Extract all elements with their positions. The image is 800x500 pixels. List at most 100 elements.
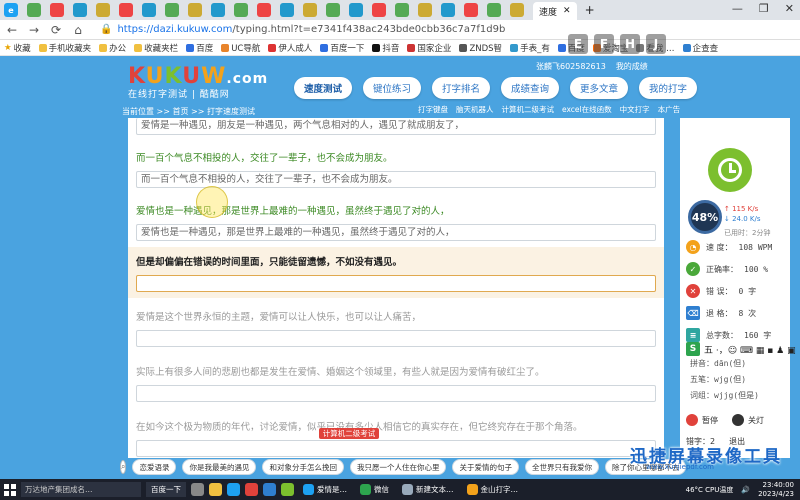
footer-link[interactable]: yon打字练习: [130, 428, 174, 439]
taskbar-app-browser[interactable]: 爱情是…: [299, 481, 351, 498]
tab-favicon[interactable]: [73, 3, 87, 17]
minimize-button[interactable]: —: [732, 2, 743, 15]
tab-favicon[interactable]: [487, 3, 501, 17]
bookmark-item[interactable]: ★ 收藏: [4, 42, 31, 54]
tab-favicon[interactable]: [372, 3, 386, 17]
taskbar-search-button[interactable]: 百度一下: [146, 482, 186, 497]
new-tab-icon[interactable]: +: [585, 3, 595, 17]
typing-input[interactable]: [136, 330, 656, 347]
bookmark-item[interactable]: 手机收藏夹: [38, 42, 91, 54]
menu-score-query[interactable]: 成绩查询: [501, 77, 559, 99]
bookmark-item[interactable]: 企查查: [682, 42, 718, 54]
taskbar-app-notepad[interactable]: 新建文本…: [398, 481, 458, 498]
tab-favicon[interactable]: [349, 3, 363, 17]
close-button[interactable]: ✕: [785, 2, 794, 15]
tab-favicon[interactable]: [441, 3, 455, 17]
tab-favicon[interactable]: [395, 3, 409, 17]
bookmark-item[interactable]: 国家企业: [407, 42, 451, 54]
suggestion-chip[interactable]: 我只愿一个人住在你心里: [349, 459, 447, 475]
top-link[interactable]: 脑天机器人: [456, 104, 494, 115]
chrome-icon[interactable]: [245, 483, 258, 496]
tab-favicon[interactable]: [50, 3, 64, 17]
tab-favicon[interactable]: [326, 3, 340, 17]
footer-link[interactable]: 中文打字: [524, 428, 554, 439]
close-tab-icon[interactable]: ✕: [563, 6, 571, 16]
user-name[interactable]: 张麟飞602582613: [536, 61, 606, 72]
tab-favicon[interactable]: [27, 3, 41, 17]
tab-favicon[interactable]: [211, 3, 225, 17]
suggestion-chip[interactable]: 关于爱情的句子: [452, 459, 519, 475]
edge-icon[interactable]: [227, 483, 240, 496]
tab-favicon[interactable]: [303, 3, 317, 17]
maximize-button[interactable]: ❐: [759, 2, 769, 15]
search-icon[interactable]: ⌕: [120, 460, 127, 474]
tab-favicon[interactable]: [142, 3, 156, 17]
top-link[interactable]: 计算机二级考试: [502, 104, 555, 115]
typing-input[interactable]: [136, 440, 656, 457]
pause-button[interactable]: 暂停: [686, 414, 718, 426]
edge-icon[interactable]: e: [4, 3, 18, 17]
tab-favicon[interactable]: [464, 3, 478, 17]
suggestion-chip[interactable]: 和对象分手怎么挽回: [262, 459, 344, 475]
my-scores-link[interactable]: 我的成绩: [616, 61, 648, 72]
top-link[interactable]: 打字键盘: [418, 104, 448, 115]
menu-ranking[interactable]: 打字排名: [432, 77, 490, 99]
reload-icon[interactable]: ⟳: [50, 23, 62, 37]
tab-favicon[interactable]: [280, 3, 294, 17]
bookmark-item[interactable]: 伊人成人: [268, 42, 312, 54]
bookmark-item[interactable]: UC导航: [221, 42, 260, 54]
bookmark-item[interactable]: ZNDS智: [459, 42, 502, 54]
tab-favicon[interactable]: [96, 3, 110, 17]
home-icon[interactable]: ⌂: [72, 23, 84, 37]
sogou-ime-icon[interactable]: S: [686, 342, 700, 356]
bookmark-item[interactable]: 办公: [99, 42, 126, 54]
tab-favicon[interactable]: [418, 3, 432, 17]
footer-link[interactable]: 英文打字: [604, 428, 634, 439]
top-link[interactable]: excel在线函数: [562, 104, 612, 115]
menu-key-practice[interactable]: 键位练习: [363, 77, 421, 99]
volume-icon[interactable]: 🔊: [741, 486, 750, 494]
tab-favicon[interactable]: [257, 3, 271, 17]
forward-icon[interactable]: →: [28, 23, 40, 37]
explorer-icon[interactable]: [209, 483, 222, 496]
taskbar-app-wechat[interactable]: 微信: [356, 481, 393, 498]
tab-active[interactable]: 速度 ✕: [533, 2, 577, 20]
footer-link[interactable]: 键盘打字练习: [429, 428, 474, 439]
menu-my-typing[interactable]: 我的打字: [639, 77, 697, 99]
menu-speed-test[interactable]: 速度测试: [294, 77, 352, 99]
tab-favicon[interactable]: [510, 3, 524, 17]
tab-favicon[interactable]: [188, 3, 202, 17]
tab-favicon[interactable]: [234, 3, 248, 17]
windows-start-icon[interactable]: [4, 483, 16, 496]
footer-link[interactable]: 计算机二级考试: [318, 427, 380, 439]
typing-input-active[interactable]: [136, 275, 656, 292]
footer-link[interactable]: 五笔打字练习: [224, 428, 269, 439]
app-icon[interactable]: [281, 483, 294, 496]
typing-input[interactable]: [136, 385, 656, 402]
typing-input[interactable]: 爱情是一种遇见，朋友是一种遇见，两个气息相对的人，遇见了就成朋友了，: [136, 118, 656, 135]
top-link[interactable]: 中文打字: [620, 104, 650, 115]
suggestion-chip[interactable]: 恋爱语录: [132, 459, 177, 475]
taskbar-app-typing[interactable]: 金山打字…: [463, 481, 523, 498]
ime-mode-icon[interactable]: 五 ·，☺ ⌨ ▦ ▪ ♟ ▣: [704, 343, 796, 356]
bookmark-item[interactable]: 抖音: [372, 42, 399, 54]
clock[interactable]: 23:40:00 2023/4/23: [758, 481, 794, 499]
suggestion-chip[interactable]: 你是我最美的遇见: [182, 459, 257, 475]
bookmark-item[interactable]: 收藏夹栏: [134, 42, 178, 54]
address-bar[interactable]: 🔒 https://dazi.kukuw.com/typing.html?t=e…: [100, 24, 505, 35]
bookmark-item[interactable]: 手表_有: [510, 42, 550, 54]
back-icon[interactable]: ←: [6, 23, 18, 37]
app-icon[interactable]: [263, 483, 276, 496]
typing-input[interactable]: 爱情也是一种遇见，那是世界上最难的一种遇见，虽然终于遇见了对的人，: [136, 224, 656, 241]
bookmark-item[interactable]: 百度: [186, 42, 213, 54]
task-view-icon[interactable]: [191, 483, 204, 496]
light-off-button[interactable]: 关灯: [732, 414, 764, 426]
tab-favicon[interactable]: [119, 3, 133, 17]
menu-more-articles[interactable]: 更多文章: [570, 77, 628, 99]
tab-favicon[interactable]: [165, 3, 179, 17]
site-logo[interactable]: KUKUW.com 在线打字测试 | 酷酷网: [128, 64, 268, 100]
top-link[interactable]: 本广告: [658, 104, 681, 115]
taskbar-search-input[interactable]: 万达地产集团成名…: [21, 482, 141, 497]
bookmark-item[interactable]: 百度一下: [320, 42, 364, 54]
suggestion-chip[interactable]: 全世界只有我爱你: [524, 459, 599, 475]
